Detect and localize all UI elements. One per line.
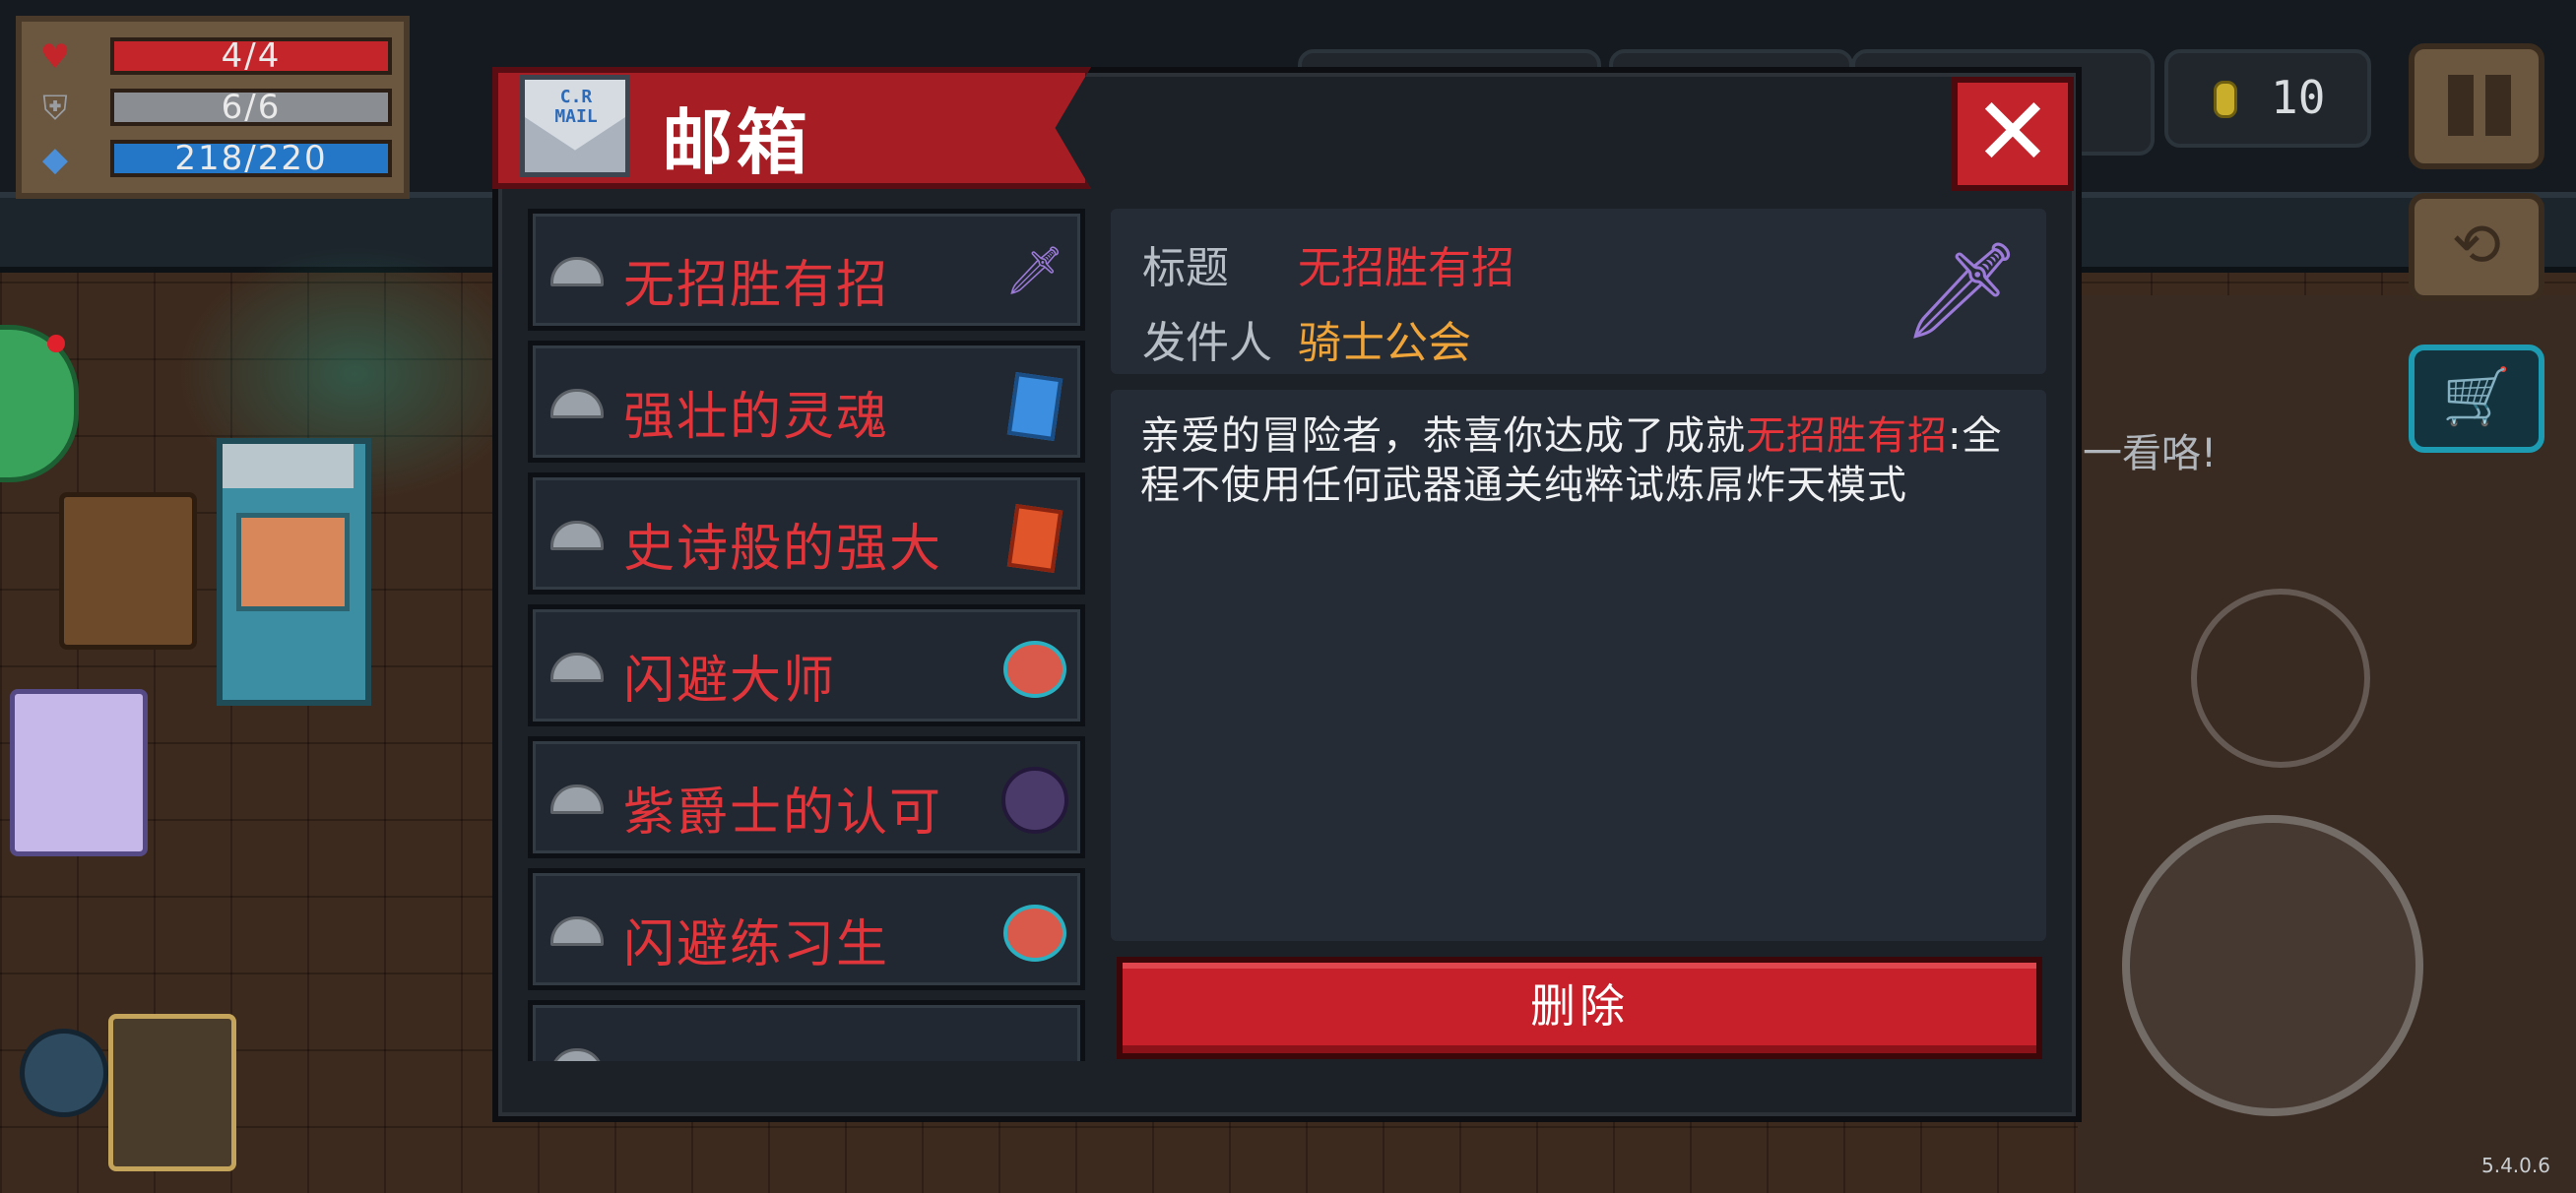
mail-envelope-icon: C.R MAIL (520, 75, 630, 177)
envelope-open-icon (550, 257, 604, 286)
pause-icon (2448, 75, 2474, 136)
mail-item[interactable]: 史诗般的强大 (528, 472, 1085, 595)
mail-item[interactable]: 闪避练习生 (528, 868, 1085, 990)
wizard-character[interactable] (108, 1014, 236, 1171)
switch-character-button[interactable]: ⟲ (2409, 193, 2544, 301)
energy-bar: 218/220 (110, 140, 392, 177)
mail-item[interactable]: 强壮的灵魂 (528, 341, 1085, 463)
skill-ring[interactable] (2191, 589, 2370, 768)
dodge-hero-icon (996, 891, 1074, 970)
coin-counter: 10 (2164, 49, 2371, 148)
envelope-open-icon (550, 916, 604, 946)
player-stats-panel: ♥ 4/4 ⛨ 6/6 ◆ 218/220 (16, 16, 410, 199)
envelope-open-icon (550, 653, 604, 682)
partial-item-icon (996, 1023, 1074, 1061)
heart-icon: ♥ (39, 37, 71, 77)
body-highlight: 无招胜有招 (1746, 413, 1948, 459)
mail-body-text: 亲爱的冒险者，恭喜你达成了成就无招胜有招:全程不使用任何武器通关纯粹试炼屌炸天模… (1140, 411, 2027, 510)
mail-item[interactable]: 无招胜有招 🗡 (528, 209, 1085, 331)
mail-item[interactable]: 紫爵士的认可 (528, 736, 1085, 858)
sender-value: 骑士公会 (1298, 318, 1471, 368)
blue-card-icon (996, 363, 1074, 442)
envelope-open-icon (550, 785, 604, 814)
red-card-icon (996, 495, 1074, 574)
delete-button[interactable]: 删除 (1117, 957, 2042, 1059)
close-icon: ✕ (1972, 77, 2053, 187)
vending-machine (217, 438, 371, 706)
mail-stamp: C.R MAIL (554, 87, 598, 127)
coin-count: 10 (2271, 71, 2326, 124)
envelope-open-icon (550, 389, 604, 418)
armor-bar: 6/6 (110, 89, 392, 126)
shop-button[interactable]: 🛒 (2409, 345, 2544, 453)
sword-hand-icon: 🗡 (1004, 243, 1065, 298)
priest-character[interactable] (10, 689, 148, 856)
mail-item-label: 无招胜有招 (623, 256, 890, 315)
dodge-hero-icon (996, 627, 1074, 706)
mail-list[interactable]: 无招胜有招 🗡 强壮的灵魂 史诗般的强大 闪避大师 紫爵士的认可 闪避练习生 (528, 209, 1087, 1061)
mail-item[interactable]: 闪避大师 (528, 604, 1085, 726)
armor-row: ⛨ 6/6 (35, 89, 402, 128)
envelope-open-icon (550, 1048, 604, 1061)
energy-row: ◆ 218/220 (35, 140, 402, 179)
cart-icon: 🛒 (2442, 365, 2511, 429)
coin-icon (2214, 81, 2237, 118)
health-row: ♥ 4/4 (35, 37, 402, 77)
title-label: 标题 (1142, 243, 1229, 293)
mail-item-label: 闪避练习生 (623, 915, 890, 974)
shield-icon: ⛨ (42, 89, 68, 128)
purple-knight-icon (996, 759, 1074, 838)
swap-icon: ⟲ (2451, 211, 2502, 280)
attack-button[interactable] (2122, 815, 2423, 1116)
mail-body: 亲爱的冒险者，恭喜你达成了成就无招胜有招:全程不使用任何武器通关纯粹试炼屌炸天模… (1111, 390, 2046, 941)
machine-top (223, 444, 354, 488)
title-value: 无招胜有招 (1298, 243, 1514, 293)
mailbox-title: 邮箱 (662, 101, 812, 184)
machine-glass (236, 513, 350, 611)
hint-text: 一看咯! (2083, 431, 2218, 476)
mail-item-label: 强壮的灵魂 (623, 388, 890, 447)
mail-item-label: 史诗般的强大 (623, 520, 943, 579)
envelope-open-icon (550, 521, 604, 550)
version-label: 5.4.0.6 (2481, 1154, 2550, 1177)
mail-item-label: 紫爵士的认可 (623, 784, 943, 843)
notification-dot (47, 335, 65, 352)
cowboy-character[interactable] (59, 492, 197, 650)
health-bar: 4/4 (110, 37, 392, 75)
barrel (20, 1029, 108, 1117)
sender-label: 发件人 (1142, 318, 1272, 368)
pause-button[interactable] (2409, 43, 2544, 169)
sword-hand-icon: 🗡 (1901, 235, 2022, 345)
energy-gem-icon: ◆ (41, 140, 69, 179)
body-prefix: 亲爱的冒险者，恭喜你达成了成就 (1140, 413, 1746, 459)
mail-item-label: 闪避大师 (623, 652, 837, 711)
mail-item[interactable] (528, 1000, 1085, 1061)
close-button[interactable]: ✕ (1952, 77, 2074, 191)
pause-icon-bar (2485, 75, 2511, 136)
